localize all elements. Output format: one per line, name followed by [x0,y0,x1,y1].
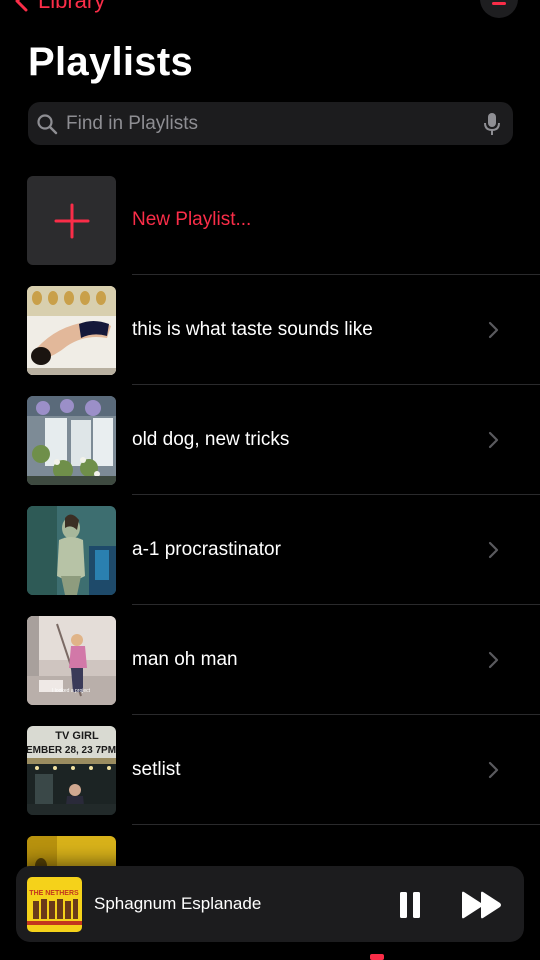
new-playlist-artwork [27,176,116,265]
search-icon [37,113,58,134]
now-playing-title: Sphagnum Esplanade [94,894,262,913]
playlist-artwork [27,396,116,485]
search-input[interactable]: Find in Playlists [66,113,483,135]
artwork-caption: I looked a project [52,688,91,694]
search-bar[interactable]: Find in Playlists [28,102,513,145]
chevron-right-icon [488,321,499,339]
playlist-artwork [27,506,116,595]
top-navigation-bar: Library [0,0,540,20]
artwork-marquee-line-1: TV GIRL [55,730,99,742]
playlists-screen: Library Playlists Find in Playlists New … [0,0,540,960]
chevron-right-icon [488,651,499,669]
playlist-row[interactable]: TV GIRL EMBER 28, 23 7PM setlist [0,715,540,825]
pause-icon[interactable] [396,890,424,920]
artwork-logo-text: THE NETHERS [29,890,79,897]
playlist-row[interactable]: this is what taste sounds like [0,275,540,385]
mini-player[interactable]: THE NETHERS Sphagnum Esplanade [16,866,524,942]
more-icon [492,2,506,5]
playlist-row[interactable]: I looked a project man oh man [0,605,540,715]
playlist-name: this is what taste sounds like [132,319,373,340]
playlist-name: setlist [132,759,181,780]
playlist-artwork: TV GIRL EMBER 28, 23 7PM [27,726,116,815]
now-playing-artwork: THE NETHERS [27,877,82,932]
playlist-artwork: I looked a project [27,616,116,705]
playlist-name: old dog, new tricks [132,429,290,450]
chevron-right-icon [488,431,499,449]
more-options-button[interactable] [480,0,518,18]
playlist-row[interactable]: old dog, new tricks [0,385,540,495]
artwork-marquee-line-2: EMBER 28, 23 7PM [27,745,116,756]
back-label: Library [38,0,106,13]
playlist-artwork [27,286,116,375]
plus-icon [54,203,89,238]
playlist-name: man oh man [132,649,238,670]
fast-forward-icon[interactable] [460,890,504,920]
playlist-row[interactable]: a-1 procrastinator [0,495,540,605]
chevron-left-icon [15,0,28,12]
playlist-name: a-1 procrastinator [132,539,281,560]
new-playlist-row[interactable]: New Playlist... [0,165,540,275]
chevron-right-icon [488,761,499,779]
playlist-list: New Playlist... this is what taste sound… [0,165,540,935]
tab-bar-indicator [370,954,384,960]
page-title: Playlists [28,40,194,84]
chevron-right-icon [488,541,499,559]
new-playlist-label: New Playlist... [132,209,252,230]
back-to-library-button[interactable]: Library [10,0,105,14]
microphone-icon[interactable] [483,112,501,136]
